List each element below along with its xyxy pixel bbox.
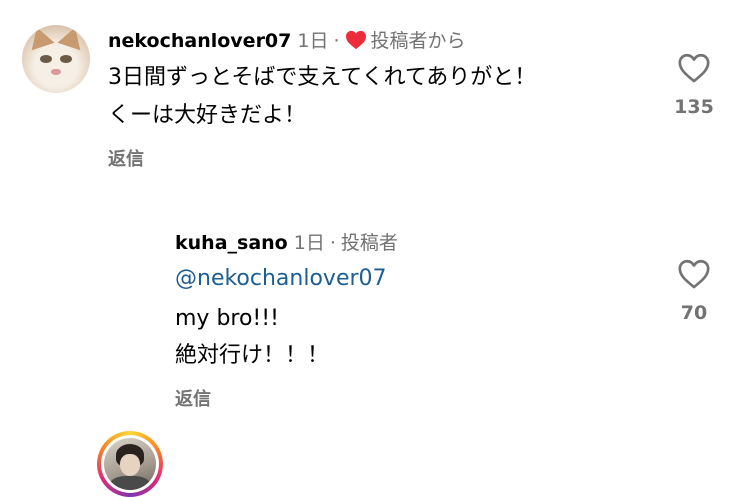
like-count: 135: [674, 96, 714, 118]
author-badge: 投稿者: [340, 232, 398, 254]
reply-button[interactable]: 返信: [108, 149, 144, 171]
username[interactable]: kuha_sano: [175, 232, 288, 254]
like-count: 70: [680, 302, 708, 324]
story-ring[interactable]: [97, 431, 163, 497]
like-control: 70: [664, 258, 724, 324]
comment-text-line: くーは大好きだよ！: [108, 103, 307, 128]
liked-by-author-label: 投稿者から: [370, 30, 466, 52]
username[interactable]: nekochanlover07: [108, 30, 291, 52]
cat-eye: [60, 55, 72, 63]
like-control: 135: [664, 52, 724, 118]
cat-eye: [40, 55, 52, 63]
avatar[interactable]: [22, 25, 90, 93]
cat-ear: [25, 25, 55, 51]
comment-time: 1日: [293, 232, 325, 254]
comment-item: nekochanlover07 1日 · 投稿者から 3日間ずっとそばで支えてくれてあ…: [0, 0, 750, 200]
reply-comment-item: kuha_sano 1日 · 投稿者 @nekochanlover07 my bro!…: [0, 200, 750, 497]
heart-outline-icon[interactable]: [664, 258, 724, 290]
comment-header: nekochanlover07 1日 · 投稿者から: [108, 29, 466, 53]
heart-outline-icon[interactable]: [664, 52, 724, 84]
comment-text-line: 3日間ずっとそばで支えてくれてありがと！: [108, 65, 537, 90]
cat-ear: [57, 25, 87, 51]
separator: ·: [333, 30, 340, 52]
comment-text-line: 絶対行け！！！: [175, 343, 330, 368]
heart-filled-icon: [345, 30, 367, 50]
mention-link[interactable]: @nekochanlover07: [175, 264, 387, 294]
reply-button[interactable]: 返信: [175, 389, 211, 411]
avatar: [104, 438, 156, 490]
comment-time: 1日: [297, 30, 329, 52]
comment-header: kuha_sano 1日 · 投稿者: [175, 231, 398, 255]
person-body: [110, 476, 150, 490]
cat-nose: [51, 69, 61, 75]
comment-text-line: my bro!!!: [175, 306, 279, 331]
person-face: [120, 454, 140, 476]
separator: ·: [329, 232, 336, 254]
